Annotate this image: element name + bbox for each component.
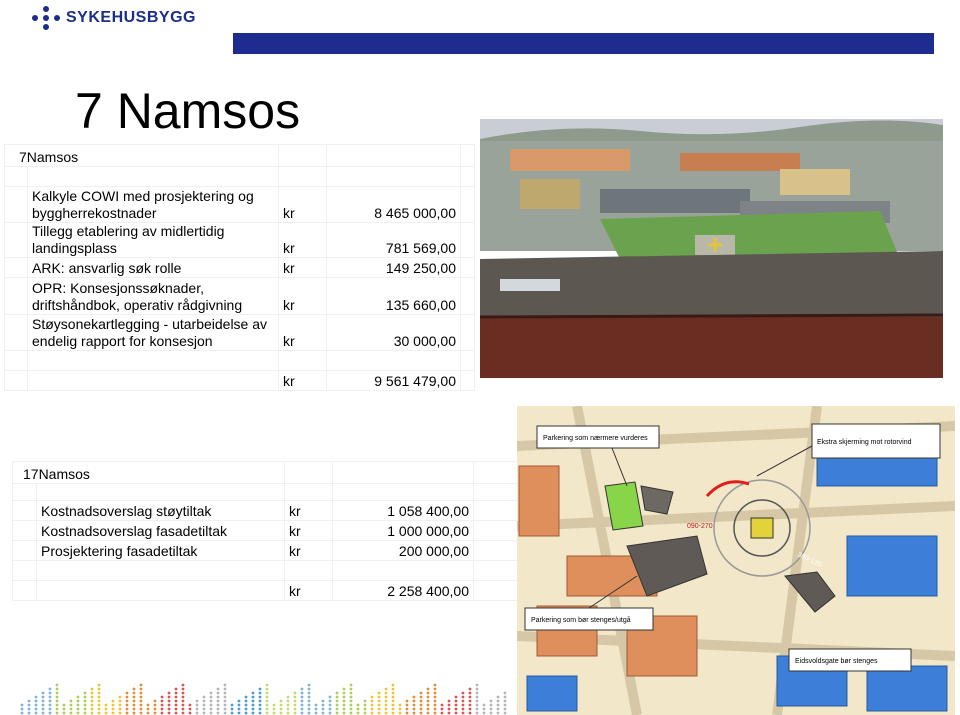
callout-parking-review: Parkering som nærmere vurderes — [543, 435, 648, 442]
header-bar — [233, 33, 934, 54]
currency-label: kr — [284, 540, 333, 561]
sykehusbygg-logo: SYKEHUSBYGG — [32, 6, 196, 30]
table-row-label: Støysonekartlegging - utarbeidelse av en… — [27, 314, 279, 351]
currency-label: kr — [278, 314, 327, 351]
callout-rotor-shield: Ekstra skjerming mot rotorvind — [817, 439, 912, 446]
currency-label: kr — [284, 500, 333, 521]
table-row-label: Tillegg etablering av midlertidig landin… — [27, 222, 279, 258]
total-amount: 9 561 479,00 — [326, 370, 461, 391]
table-header: 7Namsos — [4, 144, 279, 167]
map-label-090-270: 090-270 — [687, 523, 713, 530]
footer-dot-pattern — [20, 683, 507, 715]
amount-value: 8 465 000,00 — [326, 186, 461, 223]
cost-table-namsos-17: 17Namsos Kostnadsoverslag støytiltak kr … — [12, 461, 519, 601]
table-row-label: OPR: Konsesjonssøknader, driftshåndbok, … — [27, 277, 279, 315]
total-currency-label: kr — [278, 370, 327, 391]
table-row-label: Kostnadsoverslag fasadetiltak — [36, 520, 285, 541]
callout-parking-close: Parkering som bør stenges/utgå — [531, 616, 631, 624]
currency-label: kr — [278, 222, 327, 258]
currency-label: kr — [278, 186, 327, 223]
cost-table-namsos-7: 7Namsos Kalkyle COWI med prosjektering o… — [4, 144, 475, 391]
amount-value: 200 000,00 — [332, 540, 474, 561]
amount-value: 1 000 000,00 — [332, 520, 474, 541]
logo-text: SYKEHUSBYGG — [66, 9, 196, 26]
currency-label: kr — [284, 520, 333, 541]
total-currency-label: kr — [284, 580, 333, 601]
table-row-label: Kalkyle COWI med prosjektering og bygghe… — [27, 186, 279, 223]
amount-value: 149 250,00 — [326, 257, 461, 278]
page-title: 7 Namsos — [75, 83, 301, 139]
total-amount: 2 258 400,00 — [332, 580, 474, 601]
amount-value: 30 000,00 — [326, 314, 461, 351]
callout-street-close: Eidsvoldsgate bør stenges — [795, 658, 878, 665]
amount-value: 1 058 400,00 — [332, 500, 474, 521]
currency-label: kr — [278, 257, 327, 278]
table-row-label: Kostnadsoverslag støytiltak — [36, 500, 285, 521]
logo-dots-icon — [32, 6, 60, 30]
currency-label: kr — [278, 277, 327, 315]
amount-value: 135 660,00 — [326, 277, 461, 315]
table-header: 17Namsos — [12, 461, 285, 484]
site-map: 090-270 300-120 Parkering som nærmere vu… — [517, 406, 955, 715]
amount-value: 781 569,00 — [326, 222, 461, 258]
table-row-label: Prosjektering fasadetiltak — [36, 540, 285, 561]
table-row-label: ARK: ansvarlig søk rolle — [27, 257, 279, 278]
aerial-photo — [480, 119, 943, 378]
